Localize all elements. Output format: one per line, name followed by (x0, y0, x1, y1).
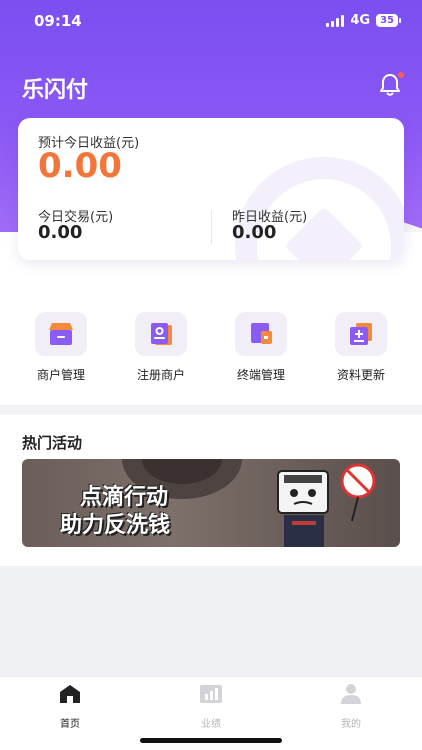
tab-performance[interactable]: 业绩 (171, 683, 251, 730)
mascot-icon (277, 463, 376, 547)
tab-label: 我的 (341, 719, 361, 730)
empty-content-area (0, 566, 422, 676)
grid-label: 注册商户 (136, 368, 185, 382)
network-type: 4G (350, 13, 371, 28)
home-icon (60, 685, 80, 703)
function-grid: 商户管理 注册商户 终端管理 资料更新 (0, 296, 422, 396)
status-bar: 09:14 4G 35 (0, 0, 422, 44)
status-indicators: 4G 35 (326, 13, 401, 28)
section-separator (0, 405, 422, 415)
card-divider (211, 210, 212, 244)
grid-item-terminal-management[interactable]: 终端管理 (221, 312, 301, 383)
status-time: 09:14 (34, 12, 82, 30)
user-icon (341, 684, 361, 704)
shop-icon (49, 323, 73, 345)
grid-label: 商户管理 (36, 368, 85, 382)
yesterday-earnings-value: 0.00 (232, 222, 277, 243)
earnings-card: 预计今日收益(元) 0.00 今日交易(元) 0.00 昨日收益(元) 0.00 (18, 118, 404, 260)
tab-label: 业绩 (201, 719, 221, 730)
register-icon (151, 323, 172, 345)
home-indicator (140, 738, 282, 743)
terminal-icon (251, 323, 272, 344)
anti-money-laundering-banner[interactable]: 点滴行动 助力反洗钱 (22, 459, 400, 547)
tab-label: 首页 (60, 719, 80, 730)
chart-icon (200, 685, 222, 703)
update-icon (350, 323, 372, 345)
grid-item-register-merchant[interactable]: 注册商户 (121, 312, 201, 383)
battery-icon: 35 (376, 14, 401, 27)
banner-subheadline: 助力反洗钱 (60, 513, 171, 538)
tab-mine[interactable]: 我的 (311, 683, 391, 730)
notification-dot (398, 72, 404, 78)
app-title: 乐闪付 (22, 78, 89, 103)
today-trade-value: 0.00 (38, 222, 83, 243)
grid-item-update-info[interactable]: 资料更新 (321, 312, 401, 383)
grid-item-merchant-management[interactable]: 商户管理 (21, 312, 101, 383)
hot-activities-title: 热门活动 (22, 434, 83, 452)
tab-home[interactable]: 首页 (30, 683, 110, 730)
today-earnings-value: 0.00 (38, 146, 122, 186)
grid-label: 资料更新 (336, 368, 385, 382)
signal-icon (326, 14, 345, 27)
grid-label: 终端管理 (236, 368, 285, 382)
